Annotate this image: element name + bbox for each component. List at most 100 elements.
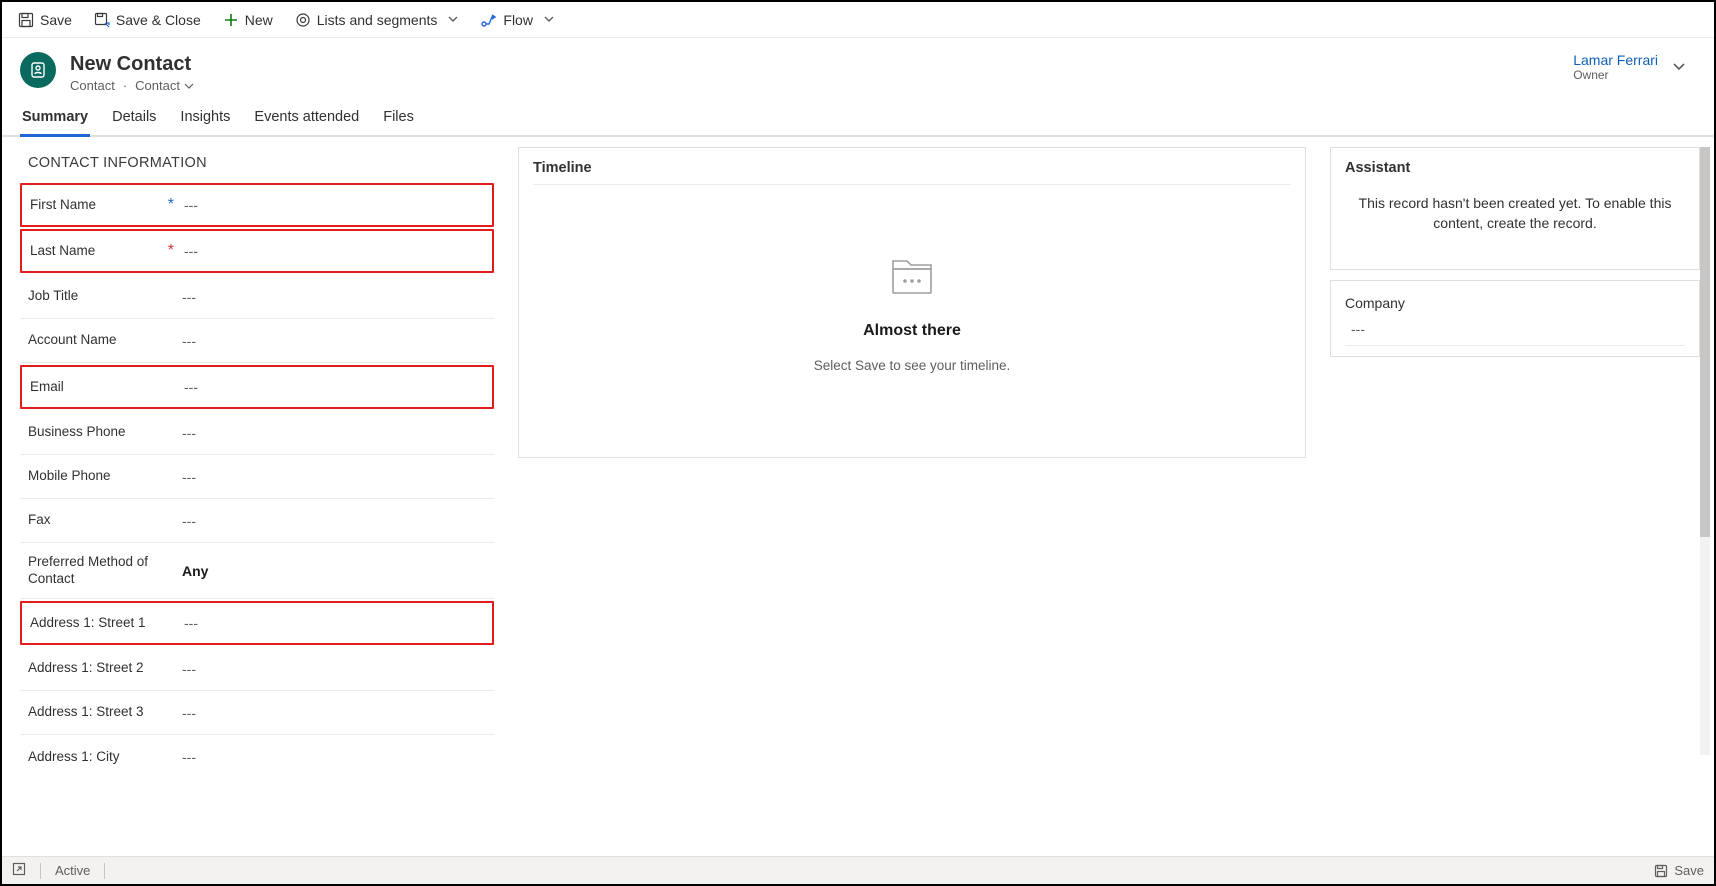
field-email[interactable]: Email --- [20,365,494,409]
form-selector[interactable]: Contact [135,78,194,93]
address1-city-value[interactable]: --- [172,749,486,765]
owner-name-link[interactable]: Lamar Ferrari [1573,52,1658,68]
company-value[interactable]: --- [1345,321,1685,346]
separator-dot: · [123,78,127,93]
owner-block: Lamar Ferrari Owner [1573,52,1696,82]
field-first-name[interactable]: First Name* --- [20,183,494,227]
new-button-label: New [245,12,273,28]
form-name: Contact [135,78,180,93]
record-header: New Contact Contact · Contact Lamar Ferr… [2,38,1714,99]
flow-label: Flow [503,12,533,28]
save-icon [1654,864,1668,878]
header-expand-button[interactable] [1672,59,1686,76]
last-name-label: Last Name [30,243,95,260]
job-title-label: Job Title [28,288,172,305]
first-name-value[interactable]: --- [174,197,484,213]
field-business-phone[interactable]: Business Phone --- [20,411,494,455]
statusbar-save-button[interactable]: Save [1654,863,1704,878]
preferred-contact-label: Preferred Method of Contact [28,554,172,588]
assistant-title: Assistant [1345,160,1685,176]
plus-icon [223,12,239,28]
field-mobile-phone[interactable]: Mobile Phone --- [20,455,494,499]
field-account-name[interactable]: Account Name --- [20,319,494,363]
contact-information-pane: CONTACT INFORMATION First Name* --- Last… [20,147,494,856]
lists-segments-label: Lists and segments [317,12,438,28]
tab-bar: Summary Details Insights Events attended… [2,99,1714,137]
business-phone-label: Business Phone [28,424,172,441]
save-button[interactable]: Save [8,4,82,36]
statusbar-save-label: Save [1674,863,1704,878]
save-close-icon [94,12,110,28]
preferred-contact-value[interactable]: Any [172,563,486,579]
company-card: Company --- [1330,280,1700,357]
tab-files[interactable]: Files [381,109,416,135]
email-value[interactable]: --- [174,379,484,395]
timeline-subtext: Select Save to see your timeline. [814,358,1011,373]
entity-label: Contact [70,78,115,93]
field-address1-city[interactable]: Address 1: City --- [20,735,494,779]
address1-street1-value[interactable]: --- [174,615,484,631]
status-bar: Active Save [2,856,1714,884]
mobile-phone-label: Mobile Phone [28,468,172,485]
vertical-scrollbar[interactable] [1700,147,1710,755]
timeline-pane: Timeline Almost there Select Save to see… [518,147,1306,856]
tab-events-attended[interactable]: Events attended [252,109,361,135]
save-button-label: Save [40,12,72,28]
chevron-down-icon [447,12,459,28]
account-name-label: Account Name [28,332,172,349]
timeline-heading: Almost there [863,322,961,340]
avatar [20,52,56,88]
main-content: CONTACT INFORMATION First Name* --- Last… [2,137,1714,856]
page-title: New Contact [70,52,1573,76]
section-title-contact-info: CONTACT INFORMATION [20,147,494,181]
address1-street1-label: Address 1: Street 1 [30,615,174,632]
mobile-phone-value[interactable]: --- [172,469,486,485]
flow-icon [481,12,497,28]
folder-empty-icon [885,253,939,304]
address1-street2-label: Address 1: Street 2 [28,660,172,677]
job-title-value[interactable]: --- [172,289,486,305]
timeline-title: Timeline [533,160,1291,185]
fax-value[interactable]: --- [172,513,486,529]
tab-insights[interactable]: Insights [178,109,232,135]
field-address1-street2[interactable]: Address 1: Street 2 --- [20,647,494,691]
field-job-title[interactable]: Job Title --- [20,275,494,319]
lists-segments-button[interactable]: Lists and segments [285,4,470,36]
status-text: Active [55,863,90,878]
command-bar: Save Save & Close New Lists and segments… [2,2,1714,38]
first-name-label: First Name [30,197,96,214]
field-address1-street3[interactable]: Address 1: Street 3 --- [20,691,494,735]
owner-label: Owner [1573,68,1658,82]
status-divider [104,863,105,879]
tab-details[interactable]: Details [110,109,158,135]
address1-street3-label: Address 1: Street 3 [28,704,172,721]
right-pane: Assistant This record hasn't been create… [1330,147,1700,856]
save-icon [18,12,34,28]
last-name-value[interactable]: --- [174,243,484,259]
email-label: Email [30,379,174,396]
flow-button[interactable]: Flow [471,4,565,36]
assistant-message: This record hasn't been created yet. To … [1345,176,1685,257]
chevron-down-icon [184,81,194,91]
chevron-down-icon [543,12,555,28]
field-last-name[interactable]: Last Name* --- [20,229,494,273]
business-phone-value[interactable]: --- [172,425,486,441]
fax-label: Fax [28,512,172,529]
new-button[interactable]: New [213,4,283,36]
segments-icon [295,12,311,28]
address1-street3-value[interactable]: --- [172,705,486,721]
address1-street2-value[interactable]: --- [172,661,486,677]
field-address1-street1[interactable]: Address 1: Street 1 --- [20,601,494,645]
assistant-card: Assistant This record hasn't been create… [1330,147,1700,270]
chevron-down-icon [1672,59,1686,73]
popout-icon[interactable] [12,862,26,879]
tab-summary[interactable]: Summary [20,109,90,135]
address1-city-label: Address 1: City [28,749,172,766]
field-fax[interactable]: Fax --- [20,499,494,543]
status-divider [40,863,41,879]
save-close-button[interactable]: Save & Close [84,4,211,36]
company-label: Company [1345,295,1685,311]
save-close-button-label: Save & Close [116,12,201,28]
account-name-value[interactable]: --- [172,333,486,349]
field-preferred-contact[interactable]: Preferred Method of Contact Any [20,543,494,599]
